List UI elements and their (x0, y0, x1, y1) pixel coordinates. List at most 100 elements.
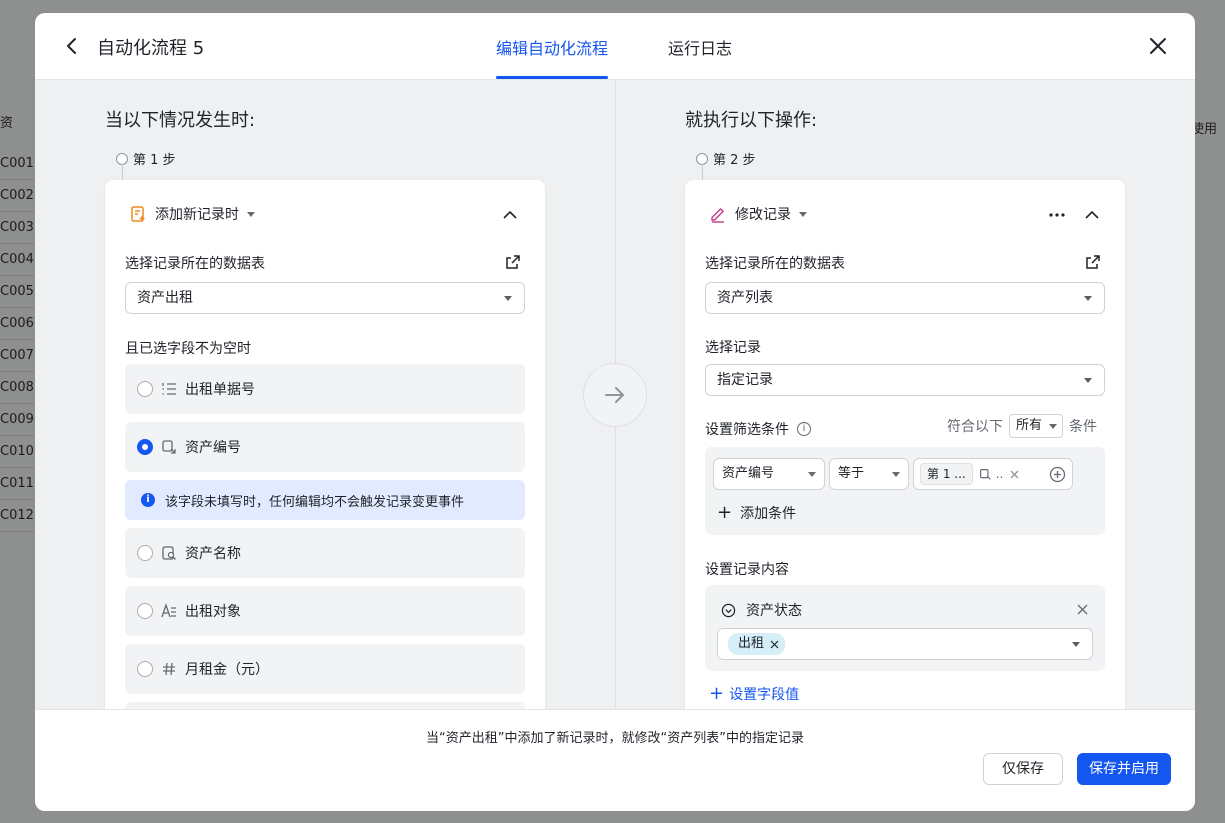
trigger-step: 第 1 步 (116, 149, 176, 168)
radio[interactable] (137, 603, 153, 619)
filter-label: 设置筛选条件 (705, 422, 789, 438)
field-option-monthly-rent[interactable]: 月租金（元） (125, 644, 525, 694)
action-title: 修改记录 (735, 207, 791, 223)
field-option-asset-name[interactable]: 资产名称 (125, 528, 525, 578)
modal-body: 当以下情况发生时: 第 1 步 添加新记录时 选择记录所在的数据表 资产出租 且… (35, 80, 1195, 709)
tab-run-log[interactable]: 运行日志 (668, 35, 732, 59)
field-label: 月租金（元） (185, 662, 269, 678)
add-condition-button[interactable]: + 添加条件 (717, 503, 796, 523)
match-mode-select[interactable]: 所有 (1009, 414, 1064, 438)
info-circle-icon[interactable]: i (797, 422, 811, 436)
content-field-header: 资产状态 (721, 600, 802, 620)
automation-modal: 自动化流程 5 编辑自动化流程 运行日志 当以下情况发生时: 第 1 步 添加新… (35, 13, 1195, 811)
set-field-value-button[interactable]: + 设置字段值 (709, 684, 799, 704)
edit-pencil-icon (711, 208, 724, 223)
action-table-label: 选择记录所在的数据表 (705, 256, 845, 272)
add-circle-icon[interactable] (1049, 466, 1066, 483)
trigger-type-select[interactable]: 添加新记录时 (129, 204, 255, 224)
field-option-more[interactable] (125, 702, 525, 709)
action-table-select[interactable]: 资产列表 (705, 282, 1105, 314)
action-step: 第 2 步 (696, 149, 756, 168)
value-chip-2: .. (979, 459, 1003, 489)
info-notice: i 该字段未填写时，任何编辑均不会触发记录变更事件 (125, 480, 525, 520)
more-options-icon[interactable] (1047, 206, 1067, 224)
match-suffix: 条件 (1069, 419, 1098, 435)
caret-down-icon (1084, 296, 1092, 301)
filter-field-select[interactable]: 资产编号 (713, 458, 825, 490)
open-external-icon[interactable] (505, 254, 521, 270)
filter-conditions: 资产编号 等于 第 1 ... .. + 添加条件 (705, 447, 1105, 535)
active-tab-indicator (496, 76, 608, 79)
flow-arrow (583, 363, 647, 427)
field-label: 出租单据号 (185, 382, 255, 398)
content-label: 设置记录内容 (705, 562, 789, 578)
record-select[interactable]: 指定记录 (705, 364, 1105, 396)
arrow-right-icon (605, 387, 624, 403)
chevron-left-icon (67, 38, 76, 54)
trigger-table-select[interactable]: 资产出租 (125, 282, 525, 314)
caret-down-icon (1072, 642, 1080, 647)
modal-header: 自动化流程 5 编辑自动化流程 运行日志 (35, 13, 1195, 80)
caret-down-icon (504, 296, 512, 301)
action-type-select[interactable]: 修改记录 (709, 204, 807, 224)
save-button[interactable]: 仅保存 (983, 753, 1063, 785)
content-value-select[interactable]: 出租 (717, 628, 1093, 660)
step-label: 第 1 步 (133, 153, 176, 168)
lookup-field-icon (162, 546, 176, 560)
plus-icon: + (709, 683, 725, 704)
collapse-icon[interactable] (1083, 206, 1101, 224)
step-dot-icon (696, 152, 708, 165)
remove-field-icon[interactable] (1077, 604, 1088, 615)
trigger-title: 添加新记录时 (155, 207, 239, 223)
match-mode: 符合以下 所有 条件 (947, 414, 1097, 438)
caret-down-icon (1049, 424, 1058, 429)
clear-icon[interactable] (1009, 469, 1020, 480)
record-label: 选择记录 (705, 340, 761, 356)
filter-label-row: 设置筛选条件 i (705, 419, 811, 439)
open-external-icon[interactable] (1085, 254, 1101, 270)
action-section-title: 就执行以下操作: (685, 110, 818, 131)
radio[interactable] (137, 661, 153, 677)
numbered-list-icon (162, 383, 176, 395)
single-select-icon (721, 603, 736, 617)
info-text: 该字段未填写时，任何编辑均不会触发记录变更事件 (165, 494, 465, 510)
flow-summary: 当“资产出租”中添加了新记录时，就修改“资产列表”中的指定记录 (426, 731, 804, 746)
field-option-asset-no[interactable]: 资产编号 (125, 422, 525, 472)
filter-operator-select[interactable]: 等于 (829, 458, 909, 490)
close-button[interactable] (1147, 35, 1169, 57)
caret-down-icon (1084, 378, 1092, 383)
trigger-table-label: 选择记录所在的数据表 (125, 256, 265, 272)
radio[interactable] (137, 381, 153, 397)
action-card: 修改记录 选择记录所在的数据表 资产列表 选择记录 指定记录 设置筛选条件 i … (685, 180, 1125, 709)
step-connector (702, 164, 703, 180)
radio[interactable] (137, 545, 153, 561)
caret-down-icon (799, 211, 807, 217)
field-option-rental-target[interactable]: 出租对象 (125, 586, 525, 636)
radio-checked[interactable] (137, 439, 153, 455)
field-option-rental-no[interactable]: 出租单据号 (125, 364, 525, 414)
tag-remove-icon[interactable] (770, 640, 779, 649)
back-button[interactable] (61, 35, 83, 57)
record-add-icon (131, 206, 145, 222)
step-dot-icon (116, 152, 128, 165)
field-label: 资产编号 (185, 440, 241, 456)
collapse-icon[interactable] (501, 206, 519, 224)
plus-icon: + (717, 502, 733, 523)
save-and-enable-button[interactable]: 保存并启用 (1077, 753, 1171, 785)
record-content: 资产状态 出租 (705, 585, 1105, 671)
match-prefix: 符合以下 (947, 419, 1003, 435)
link-field-icon (979, 468, 991, 480)
text-field-icon (161, 603, 176, 618)
step-connector (122, 164, 123, 180)
page-title: 自动化流程 5 (97, 38, 205, 59)
info-icon: i (141, 493, 155, 507)
value-chip: 第 1 ... (920, 463, 973, 485)
caret-down-icon (247, 211, 255, 217)
trigger-card: 添加新记录时 选择记录所在的数据表 资产出租 且已选字段不为空时 出租单据号 资… (105, 180, 545, 709)
field-label: 出租对象 (185, 604, 241, 620)
caret-down-icon (892, 472, 900, 477)
field-label: 资产名称 (185, 546, 241, 562)
close-icon (1150, 38, 1166, 54)
tab-edit-automation[interactable]: 编辑自动化流程 (496, 35, 608, 59)
trigger-fields-label: 且已选字段不为空时 (125, 341, 251, 357)
